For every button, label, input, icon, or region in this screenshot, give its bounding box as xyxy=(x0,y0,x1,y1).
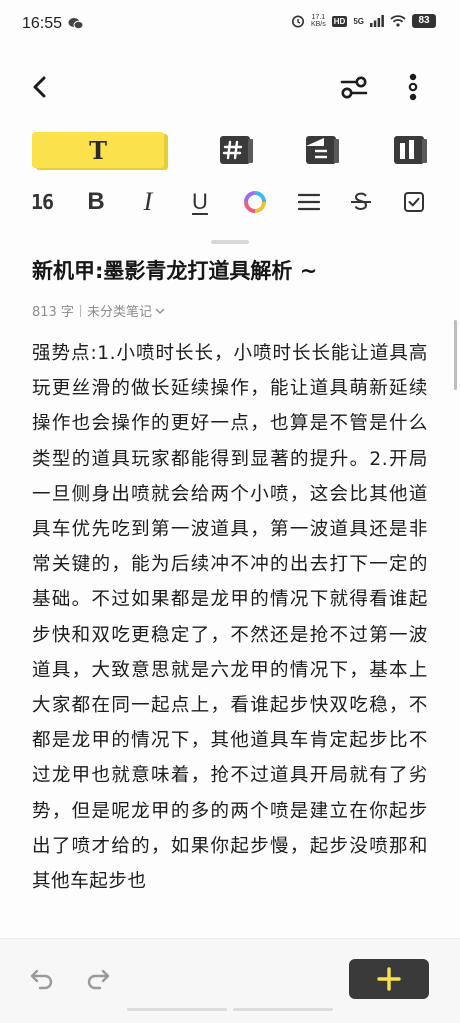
drag-handle[interactable] xyxy=(211,240,249,244)
text-style-icon: T xyxy=(89,135,107,165)
color-wheel-icon xyxy=(244,191,266,213)
wechat-icon xyxy=(68,18,84,30)
top-bar xyxy=(0,60,460,116)
more-button[interactable] xyxy=(398,70,428,104)
wifi-icon xyxy=(390,15,406,27)
redo-button[interactable] xyxy=(84,963,116,995)
hd-badge: HD xyxy=(331,15,348,27)
color-button[interactable] xyxy=(240,182,270,222)
category-label: 未分类笔记 xyxy=(86,305,152,320)
checklist-button[interactable] xyxy=(400,182,428,222)
sliders-icon xyxy=(340,76,368,99)
signal-icon xyxy=(370,15,384,27)
plus-icon xyxy=(377,967,401,991)
columns-tile[interactable] xyxy=(390,132,430,168)
strikethrough-button[interactable] xyxy=(346,182,376,222)
redo-icon xyxy=(87,969,110,990)
divider xyxy=(79,304,81,317)
list-layout-tile[interactable] xyxy=(302,132,342,168)
status-bar: 16:55 17.1 KB/s HD 5G 83 xyxy=(0,0,460,50)
format-tiles: T xyxy=(0,128,460,174)
align-icon xyxy=(298,193,320,211)
network-type: 5G xyxy=(353,16,364,26)
alarm-icon xyxy=(291,15,304,28)
italic-button[interactable]: I xyxy=(134,182,162,222)
gesture-segment xyxy=(127,1008,227,1011)
status-icons: 17.1 KB/s HD 5G 83 xyxy=(291,14,436,28)
style-toolbar: 16 B I U xyxy=(0,182,460,222)
strikethrough-icon xyxy=(351,192,371,211)
font-size-button[interactable]: 16 xyxy=(28,182,56,222)
back-button[interactable] xyxy=(22,70,56,104)
columns-icon xyxy=(394,136,427,164)
undo-button[interactable] xyxy=(28,963,60,995)
checkbox-icon xyxy=(404,192,424,212)
text-style-tile[interactable]: T xyxy=(32,132,164,168)
layout-icon xyxy=(306,136,339,164)
status-time: 16:55 xyxy=(22,15,63,32)
category-selector[interactable]: 未分类笔记 xyxy=(87,301,165,320)
add-button[interactable] xyxy=(349,959,429,999)
chevron-down-icon xyxy=(155,308,165,314)
settings-button[interactable] xyxy=(336,70,372,104)
hashtag-tile[interactable] xyxy=(216,132,256,168)
word-count: 813 字 xyxy=(32,305,74,320)
underline-button[interactable]: U xyxy=(186,182,214,222)
hashtag-icon xyxy=(220,136,253,164)
undo-icon xyxy=(30,969,53,990)
battery-indicator: 83 xyxy=(412,14,436,28)
gesture-segment xyxy=(233,1008,333,1011)
note-meta: 813 字 未分类笔记 xyxy=(32,301,165,320)
note-title[interactable]: 新机甲:墨影青龙打道具解析 ~ xyxy=(32,254,442,288)
net-speed: 17.1 KB/s xyxy=(310,14,326,28)
note-body[interactable]: 强势点:1.小喷时长长，小喷时长长能让道具高玩更丝滑的做长延续操作，能让道具萌新… xyxy=(32,336,428,939)
bold-button[interactable]: B xyxy=(82,182,110,222)
gesture-bar xyxy=(0,1008,460,1014)
scrollbar[interactable] xyxy=(454,320,457,390)
chevron-left-icon xyxy=(33,76,46,98)
more-vertical-icon xyxy=(408,73,418,101)
align-button[interactable] xyxy=(294,182,324,222)
